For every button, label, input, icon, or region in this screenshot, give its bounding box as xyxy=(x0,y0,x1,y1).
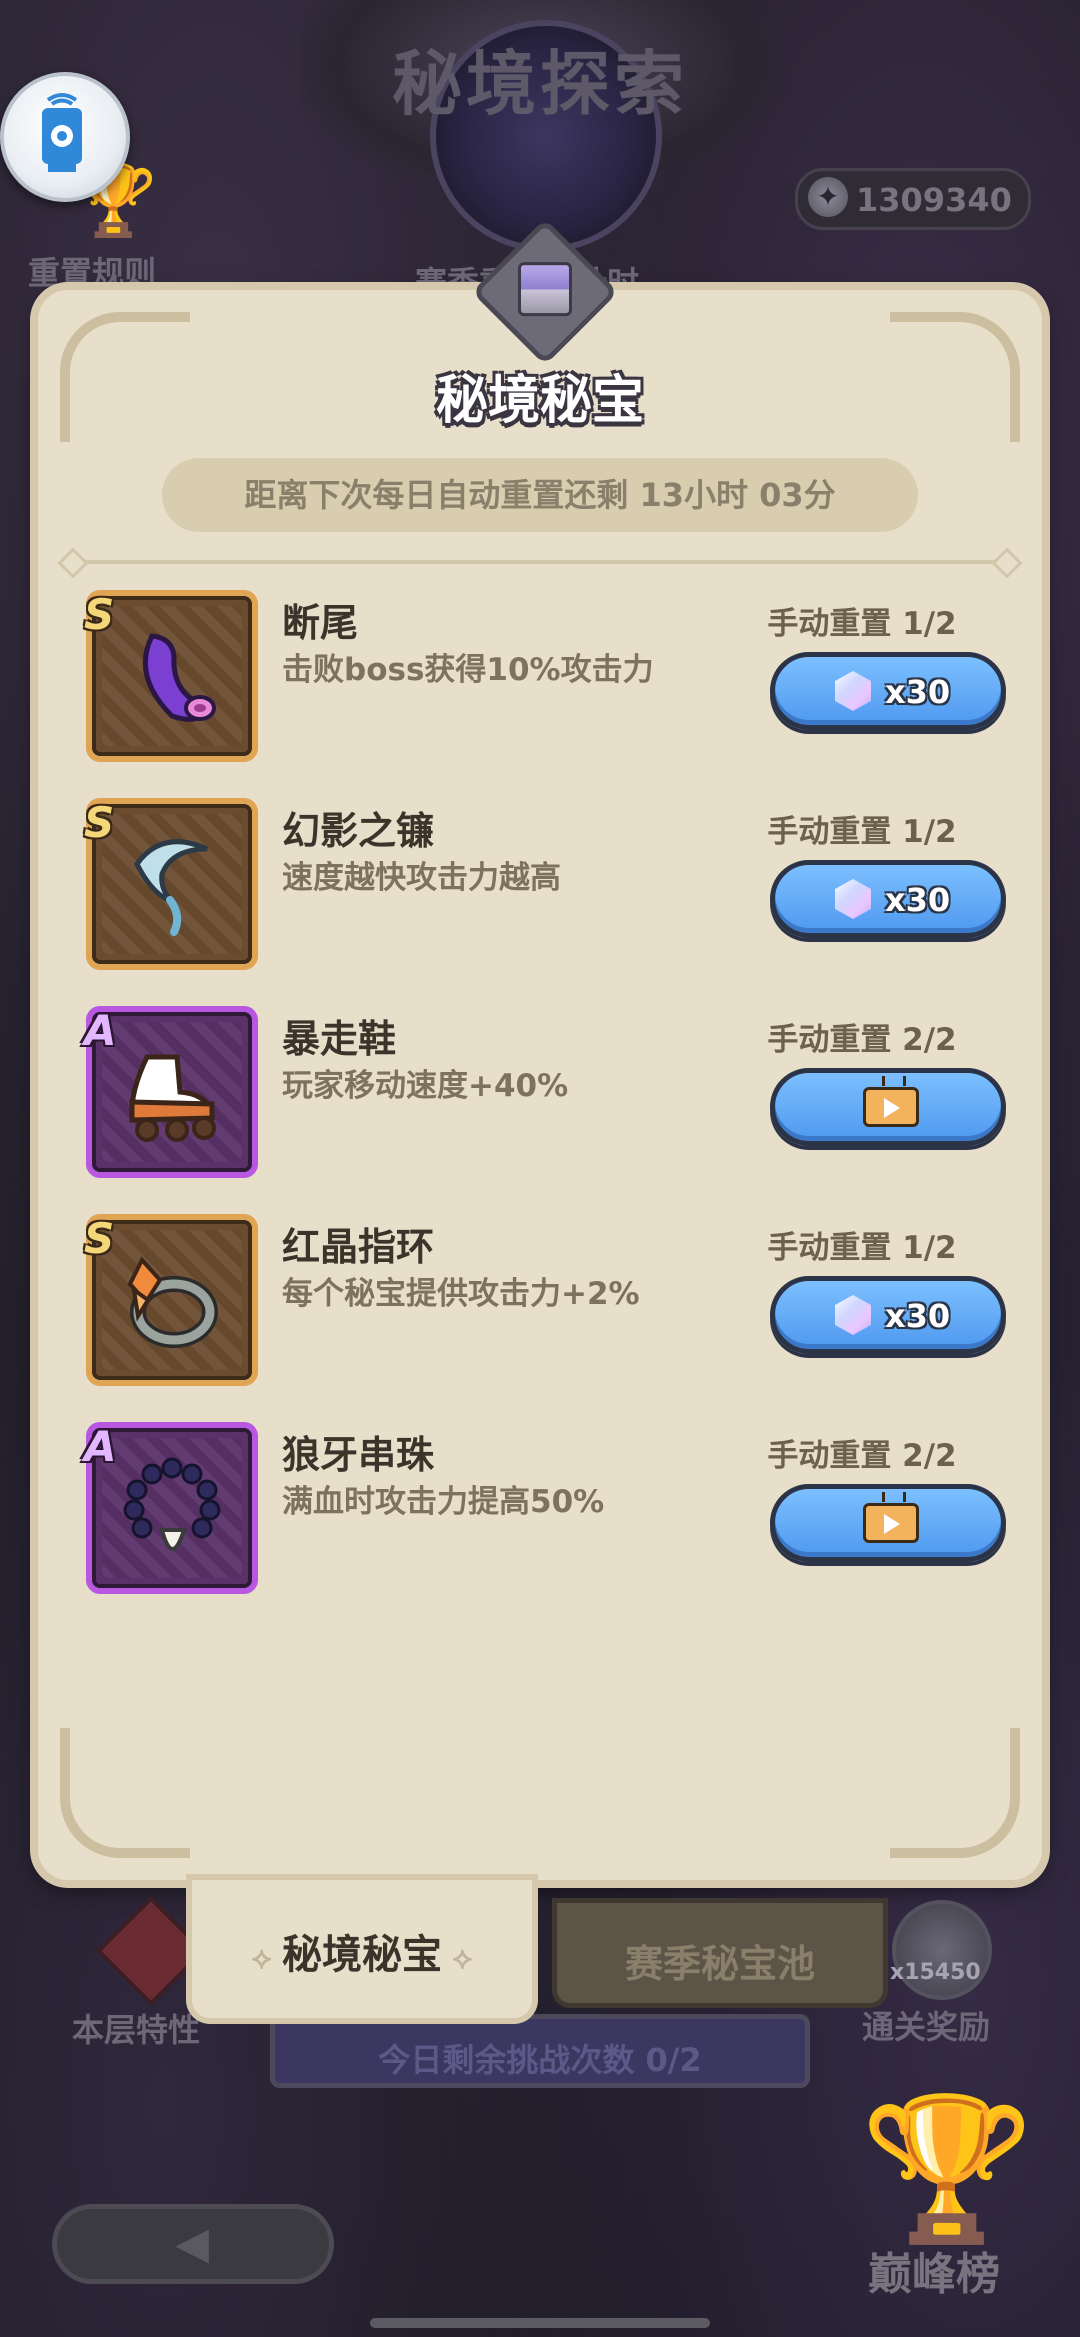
manual-reset-count: 手动重置 1/2 xyxy=(767,1230,957,1266)
grade-badge: S xyxy=(84,590,115,639)
grade-badge: A xyxy=(84,1422,117,1471)
gem-icon xyxy=(835,1295,871,1335)
gem-reset-button[interactable]: x30 xyxy=(770,1276,1006,1354)
treasure-row: A 狼牙串珠 满血时攻击力提高50% 手动重置 2/2 xyxy=(84,1422,1006,1602)
tab-arrow-icon: ⟡ xyxy=(251,1941,282,1976)
item-description: 击败boss获得10%攻击力 xyxy=(282,652,654,688)
treasure-row: S 红晶指环 每个秘宝提供攻击力+2% 手动重置 1/2 x30 xyxy=(84,1214,1006,1394)
crystal-ring-icon xyxy=(112,1240,232,1360)
tab-season-pool-label: 赛季秘宝池 xyxy=(624,1942,815,1986)
item-name: 暴走鞋 xyxy=(282,1017,397,1061)
gem-cost: x30 xyxy=(885,1297,951,1335)
clear-reward-icon[interactable] xyxy=(892,1900,992,2000)
tab-secret-treasure[interactable]: ⟡ 秘境秘宝 ⟡ xyxy=(192,1880,532,2018)
currency-display: ✦ 1309340 xyxy=(795,168,1031,230)
panel-corner-ornament xyxy=(60,1728,190,1858)
video-ad-icon xyxy=(863,1492,919,1543)
item-name: 幻影之镰 xyxy=(282,809,435,853)
item-name: 断尾 xyxy=(282,601,359,645)
gem-reset-button[interactable]: x30 xyxy=(770,860,1006,938)
secret-treasure-panel: 秘境秘宝 距离下次每日自动重置还剩 13小时 03分 S 断尾 击败boss获得… xyxy=(38,218,1042,1880)
daily-reset-timer: 距离下次每日自动重置还剩 13小时 03分 xyxy=(162,458,918,532)
manual-reset-count: 手动重置 2/2 xyxy=(767,1022,957,1058)
floor-feature-label[interactable]: 本层特性 xyxy=(72,2005,200,2051)
home-indicator[interactable] xyxy=(370,2318,710,2328)
item-name: 红晶指环 xyxy=(282,1225,435,1269)
item-frame[interactable]: S xyxy=(84,1214,258,1386)
item-frame[interactable]: A xyxy=(84,1422,258,1594)
tab-secret-treasure-label: ⟡ 秘境秘宝 ⟡ xyxy=(251,1932,473,1978)
tail-icon xyxy=(112,616,232,736)
sickle-icon xyxy=(112,824,232,944)
divider xyxy=(68,560,1012,564)
manual-reset-count: 手动重置 1/2 xyxy=(767,606,957,642)
gem-icon xyxy=(835,879,871,919)
back-button[interactable]: ◀ xyxy=(52,2204,334,2284)
leaderboard-trophy-icon[interactable]: 🏆 xyxy=(860,2090,1034,2250)
treasure-row: S 幻影之镰 速度越快攻击力越高 手动重置 1/2 x30 xyxy=(84,798,1006,978)
item-frame[interactable]: S xyxy=(84,798,258,970)
grade-badge: A xyxy=(84,1006,117,1055)
clear-reward-count: x15450 xyxy=(890,1960,981,1985)
video-reset-button[interactable] xyxy=(770,1068,1006,1146)
gem-icon xyxy=(835,671,871,711)
gem-cost: x30 xyxy=(885,673,951,711)
item-description: 速度越快攻击力越高 xyxy=(282,860,561,896)
item-frame[interactable]: A xyxy=(84,1006,258,1178)
video-reset-button[interactable] xyxy=(770,1484,1006,1562)
panel-title: 秘境秘宝 xyxy=(435,371,644,431)
fang-beads-icon xyxy=(112,1448,232,1568)
treasure-row: S 断尾 击败boss获得10%攻击力 手动重置 1/2 x30 xyxy=(84,590,1006,770)
roller-shoe-icon xyxy=(112,1032,232,1152)
gem-cost: x30 xyxy=(885,881,951,919)
item-description: 满血时攻击力提高50% xyxy=(282,1484,605,1520)
screen-record-button[interactable] xyxy=(0,72,130,202)
manual-reset-count: 手动重置 2/2 xyxy=(767,1438,957,1474)
back-arrow-icon: ◀ xyxy=(175,2218,209,2269)
treasure-row: A 暴走鞋 玩家移动速度+40% 手动重置 2/2 xyxy=(84,1006,1006,1186)
item-frame[interactable]: S xyxy=(84,590,258,762)
challenge-remaining-bar: 今日剩余挑战次数 0/2 xyxy=(270,2014,810,2088)
manual-reset-count: 手动重置 1/2 xyxy=(767,814,957,850)
screen-record-icon xyxy=(42,93,82,172)
clear-reward-label[interactable]: 通关奖励 xyxy=(862,2002,990,2048)
currency-value: 1309340 xyxy=(856,181,1012,219)
challenge-remaining-label: 今日剩余挑战次数 0/2 xyxy=(378,2041,702,2079)
star-coin-icon: ✦ xyxy=(808,177,848,217)
grade-badge: S xyxy=(84,798,115,847)
video-ad-icon xyxy=(863,1076,919,1127)
item-description: 玩家移动速度+40% xyxy=(282,1068,569,1104)
item-name: 狼牙串珠 xyxy=(282,1433,435,1477)
panel-corner-ornament xyxy=(890,1728,1020,1858)
tab-season-pool[interactable]: 赛季秘宝池 xyxy=(552,1898,888,2008)
rules-label[interactable]: 重置规则 xyxy=(28,248,156,294)
item-description: 每个秘宝提供攻击力+2% xyxy=(282,1276,640,1312)
gem-reset-button[interactable]: x30 xyxy=(770,652,1006,730)
leaderboard-label[interactable]: 巅峰榜 xyxy=(868,2238,1000,2302)
page-title: 秘境探索 xyxy=(392,43,688,125)
grade-badge: S xyxy=(84,1214,115,1263)
tab-arrow-icon: ⟡ xyxy=(442,1941,473,1976)
